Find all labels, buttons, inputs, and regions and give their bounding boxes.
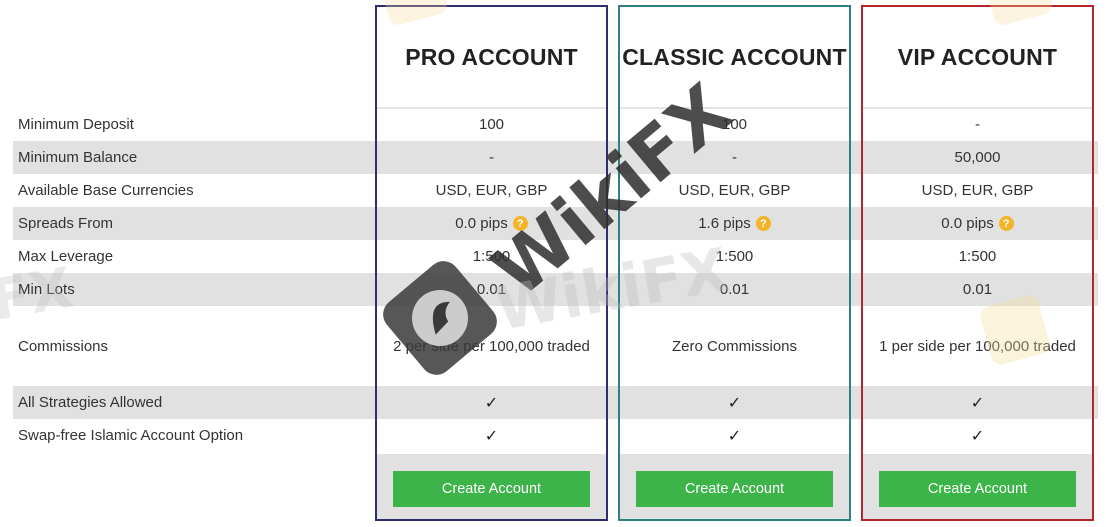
help-icon[interactable]: ? — [512, 216, 528, 231]
commissions-value: 2 per side per 100,000 traded — [393, 337, 590, 355]
base-currencies-value: USD, EUR, GBP — [435, 182, 548, 199]
button-area: Create Account — [377, 454, 606, 519]
button-area: Create Account — [620, 454, 849, 519]
minimum-balance-value: - — [620, 141, 849, 174]
max-leverage-value: 1:500 — [958, 248, 997, 265]
spreads-from-cell: 0.0 pips ? — [863, 207, 1092, 240]
max-leverage-value: 1:500 — [472, 248, 511, 265]
check-icon: ✓ — [727, 427, 742, 445]
check-icon: ✓ — [727, 394, 742, 412]
label-minimum-balance: Minimum Balance — [18, 149, 138, 166]
account-title: CLASSIC ACCOUNT — [620, 7, 849, 109]
label-spreads-from: Spreads From — [18, 215, 114, 232]
commissions-value: Zero Commissions — [671, 337, 798, 355]
all-strategies-cell: ✓ — [620, 386, 849, 419]
commissions-value: 1 per side per 100,000 traded — [879, 337, 1076, 355]
swap-free-cell: ✓ — [377, 419, 606, 452]
create-account-button[interactable]: Create Account — [879, 471, 1076, 507]
spreads-from-value: 0.0 pips — [455, 215, 508, 232]
account-title: PRO ACCOUNT — [377, 7, 606, 109]
all-strategies-cell: ✓ — [377, 386, 606, 419]
base-currencies-value: USD, EUR, GBP — [678, 182, 791, 199]
account-column-vip: VIP ACCOUNT - 50,000 USD, EUR, GBP 0.0 p… — [861, 5, 1094, 521]
minimum-balance-value: 50,000 — [863, 141, 1092, 174]
create-account-button[interactable]: Create Account — [393, 471, 590, 507]
max-leverage-value: 1:500 — [715, 248, 754, 265]
check-icon: ✓ — [970, 394, 985, 412]
minimum-deposit-value: - — [975, 116, 980, 133]
check-icon: ✓ — [970, 427, 985, 445]
button-area: Create Account — [863, 454, 1092, 519]
account-column-classic: CLASSIC ACCOUNT 100 - USD, EUR, GBP 1.6 … — [618, 5, 851, 521]
spreads-from-value: 0.0 pips — [941, 215, 994, 232]
help-icon[interactable]: ? — [998, 216, 1014, 231]
swap-free-cell: ✓ — [863, 419, 1092, 452]
spreads-from-cell: 0.0 pips ? — [377, 207, 606, 240]
all-strategies-cell: ✓ — [863, 386, 1092, 419]
label-swap-free: Swap-free Islamic Account Option — [18, 427, 244, 444]
account-column-pro: PRO ACCOUNT 100 - USD, EUR, GBP 0.0 pips… — [375, 5, 608, 521]
help-icon[interactable]: ? — [755, 216, 771, 231]
spreads-from-value: 1.6 pips — [698, 215, 751, 232]
label-commissions: Commissions — [18, 337, 109, 355]
min-lots-value: 0.01 — [377, 273, 606, 306]
label-all-strategies: All Strategies Allowed — [18, 394, 163, 411]
min-lots-value: 0.01 — [620, 273, 849, 306]
account-title: VIP ACCOUNT — [863, 7, 1092, 109]
minimum-balance-value: - — [377, 141, 606, 174]
min-lots-value: 0.01 — [863, 273, 1092, 306]
minimum-deposit-value: 100 — [478, 116, 505, 133]
create-account-button[interactable]: Create Account — [636, 471, 833, 507]
swap-free-cell: ✓ — [620, 419, 849, 452]
minimum-deposit-value: 100 — [721, 116, 748, 133]
check-icon: ✓ — [484, 427, 499, 445]
spreads-from-cell: 1.6 pips ? — [620, 207, 849, 240]
label-max-leverage: Max Leverage — [18, 248, 114, 265]
base-currencies-value: USD, EUR, GBP — [921, 182, 1034, 199]
label-min-lots: Min Lots — [18, 281, 75, 298]
check-icon: ✓ — [484, 394, 499, 412]
label-minimum-deposit: Minimum Deposit — [18, 116, 134, 133]
label-base-currencies: Available Base Currencies — [18, 182, 194, 199]
